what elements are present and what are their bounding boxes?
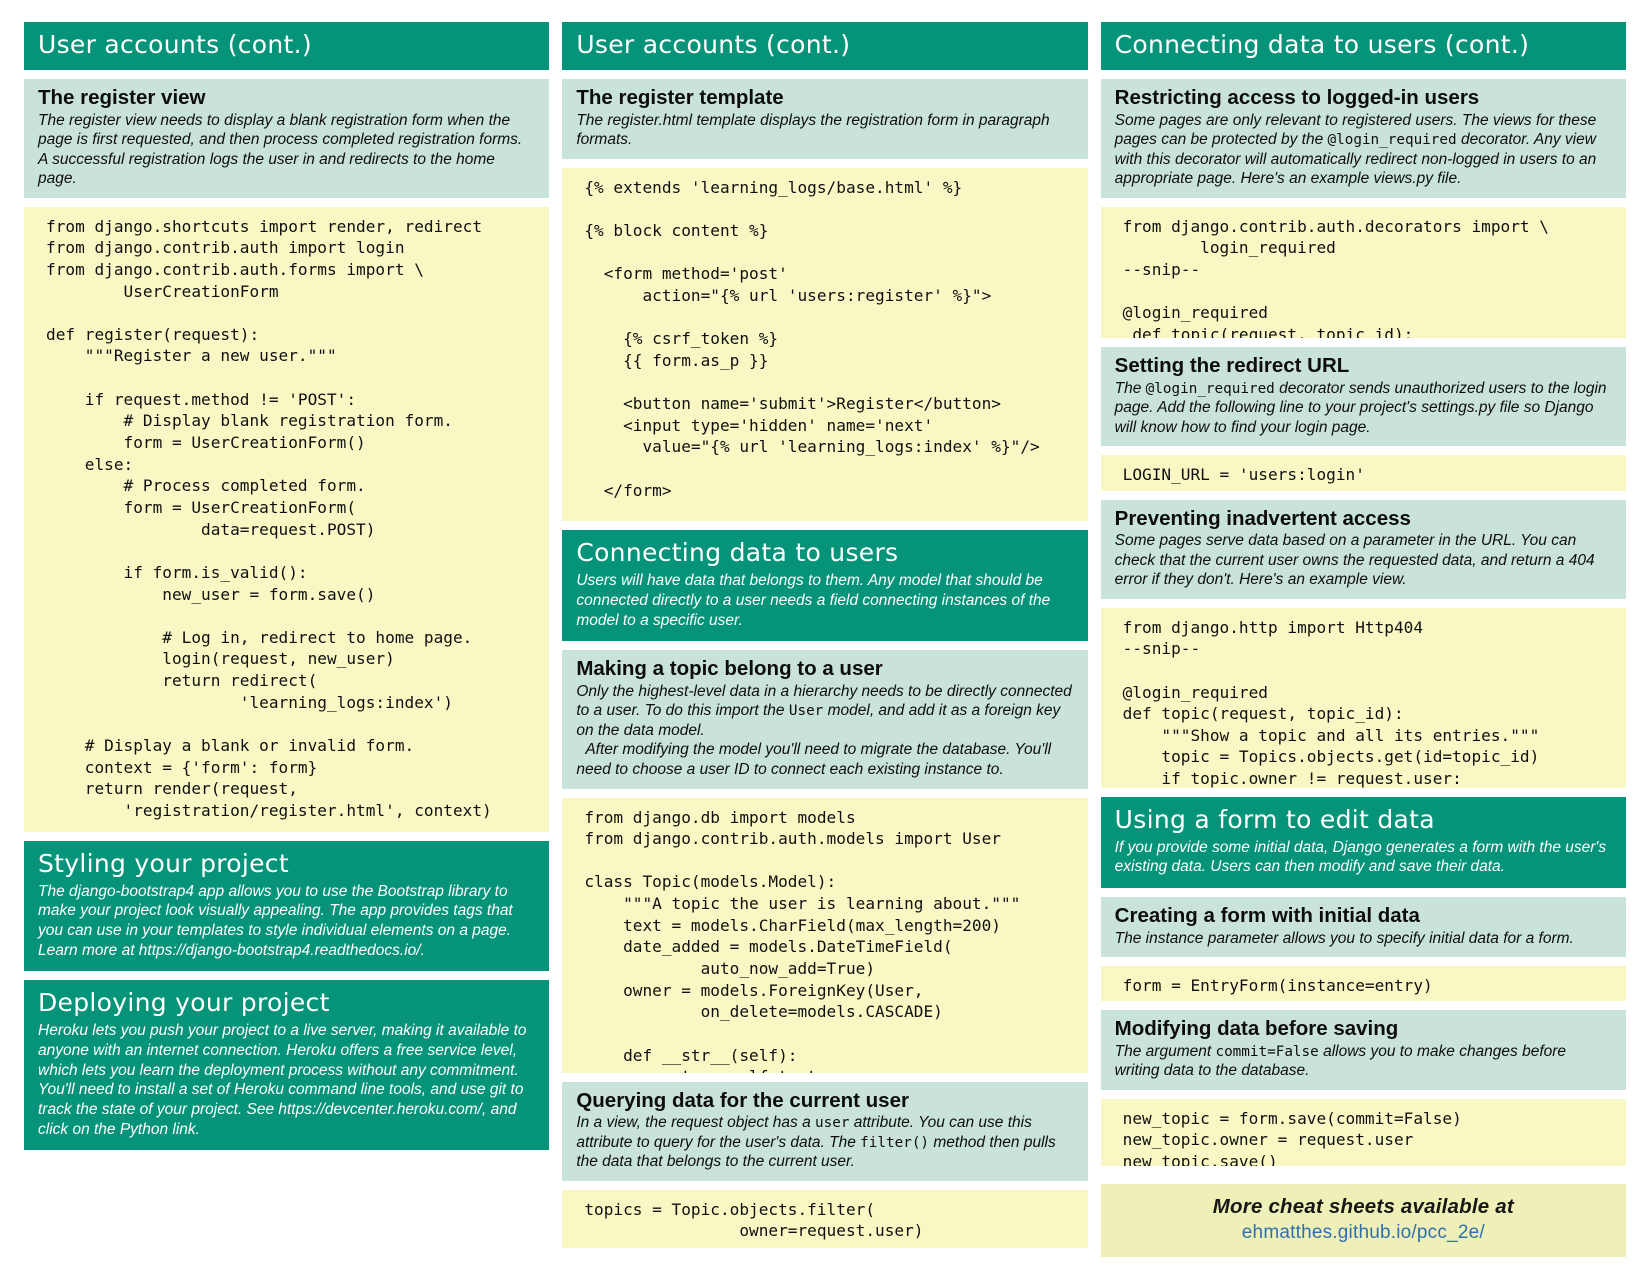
section-title: Deploying your project [38,988,330,1018]
code-block-entry-form-instance: form = EntryForm(instance=entry) [1100,966,1626,1002]
section-title: Styling your project [38,848,289,878]
code-block-http404-view: from django.http import Http404 --snip--… [1100,607,1626,788]
desc-text-a: The [1114,379,1146,397]
subsection-register-template: The register template The register.html … [562,79,1088,159]
subsection-description: Some pages serve data based on a paramet… [1114,532,1595,589]
subsection-description: Only the highest-level data in a hierarc… [576,682,1073,780]
subsection-making-topic-belong: Making a topic belong to a user Only the… [562,650,1088,789]
footer: More cheat sheets available at ehmatthes… [1100,1184,1626,1257]
subsection-title: The register template [576,86,784,109]
subsection-title: Modifying data before saving [1114,1017,1399,1041]
code-block-query-topics: topics = Topic.objects.filter( owner=req… [562,1189,1088,1249]
column-1: User accounts (cont.) The register view … [24,22,550,1257]
subsection-redirect-url: Setting the redirect URL The @login_requ… [1100,347,1626,447]
subsection-description: The instance parameter allows you to spe… [1114,929,1574,947]
section-description: Heroku lets you push your project to a l… [38,1022,527,1138]
subsection-title: Preventing inadvertent access [1114,506,1411,530]
section-description: Users will have data that belongs to the… [576,572,1051,629]
section-header-user-accounts-2: User accounts (cont.) [562,22,1088,70]
subsection-querying-data: Querying data for the current user In a … [562,1081,1088,1181]
column-3: Connecting data to users (cont.) Restric… [1100,22,1626,1257]
footer-text: More cheat sheets available at [1212,1195,1514,1218]
inline-code-login-required: @login_required [1145,380,1275,397]
subsection-title: Restricting access to logged-in users [1114,86,1480,109]
code-block-register-view: from django.shortcuts import render, red… [24,206,550,832]
section-header-using-form-to-edit: Using a form to edit data If you provide… [1100,796,1626,888]
section-title: User accounts (cont.) [576,30,851,59]
subsection-restricting-access: Restricting access to logged-in users So… [1100,79,1626,198]
subsection-description: The register view needs to display a bla… [38,111,523,188]
inline-code-user-attr: user [815,1115,850,1132]
section-header-deploying: Deploying your project Heroku lets you p… [24,980,550,1151]
section-header-user-accounts-1: User accounts (cont.) [24,22,550,70]
section-header-connecting-data-cont: Connecting data to users (cont.) [1100,22,1626,70]
subsection-description: The argument commit=False allows you to … [1115,1042,1612,1081]
code-block-login-required-view: from django.contrib.auth.decorators impo… [1100,206,1626,339]
subsection-title: Setting the redirect URL [1114,354,1350,378]
code-block-commit-false: new_topic = form.save(commit=False) new_… [1100,1098,1626,1166]
section-title: Connecting data to users [576,538,899,568]
column-2: User accounts (cont.) The register templ… [562,22,1088,1257]
subsection-description: Some pages are only relevant to register… [1115,111,1612,189]
subsection-description: In a view, the request object has a user… [576,1113,1073,1172]
section-header-connecting-data: Connecting data to users Users will have… [562,530,1088,642]
cheat-sheet: User accounts (cont.) The register view … [0,0,1650,1275]
section-description: The django-bootstrap4 app allows you to … [38,882,513,959]
desc-text-a: In a view, the request object has a [576,1114,816,1132]
subsection-title: Creating a form with initial data [1114,903,1420,927]
code-block-topic-model: from django.db import models from django… [562,797,1088,1073]
inline-code-login-required: @login_required [1327,132,1457,149]
subsection-description: The register.html template displays the … [576,111,1050,149]
subsection-description: The @login_required decorator sends unau… [1115,379,1612,438]
desc-text-a: The argument [1114,1042,1216,1060]
subsection-modifying-data: Modifying data before saving The argumen… [1100,1010,1626,1090]
inline-code-commit-false: commit=False [1215,1043,1319,1060]
subsection-preventing-access: Preventing inadvertent access Some pages… [1100,499,1626,599]
subsection-initial-data: Creating a form with initial data The in… [1100,896,1626,958]
section-title: Using a form to edit data [1114,804,1435,834]
section-description: If you provide some initial data, Django… [1114,838,1607,876]
section-title: User accounts (cont.) [38,30,312,59]
code-block-register-template: {% extends 'learning_logs/base.html' %} … [562,167,1088,522]
inline-code-filter: filter() [860,1134,930,1151]
inline-code-user: User [788,703,824,720]
footer-link[interactable]: ehmatthes.github.io/pcc_2e/ [1111,1222,1616,1244]
subsection-title: The register view [38,86,206,109]
subsection-title: Making a topic belong to a user [576,657,883,681]
column-spacer [24,1159,549,1257]
section-title: Connecting data to users (cont.) [1114,30,1530,59]
subsection-register-view: The register view The register view need… [24,79,550,198]
desc-text-second-paragraph: After modifying the model you'll need to… [576,741,1052,778]
code-block-login-url: LOGIN_URL = 'users:login' [1100,455,1626,491]
subsection-title: Querying data for the current user [576,1088,909,1112]
section-header-styling: Styling your project The django-bootstra… [24,840,550,972]
